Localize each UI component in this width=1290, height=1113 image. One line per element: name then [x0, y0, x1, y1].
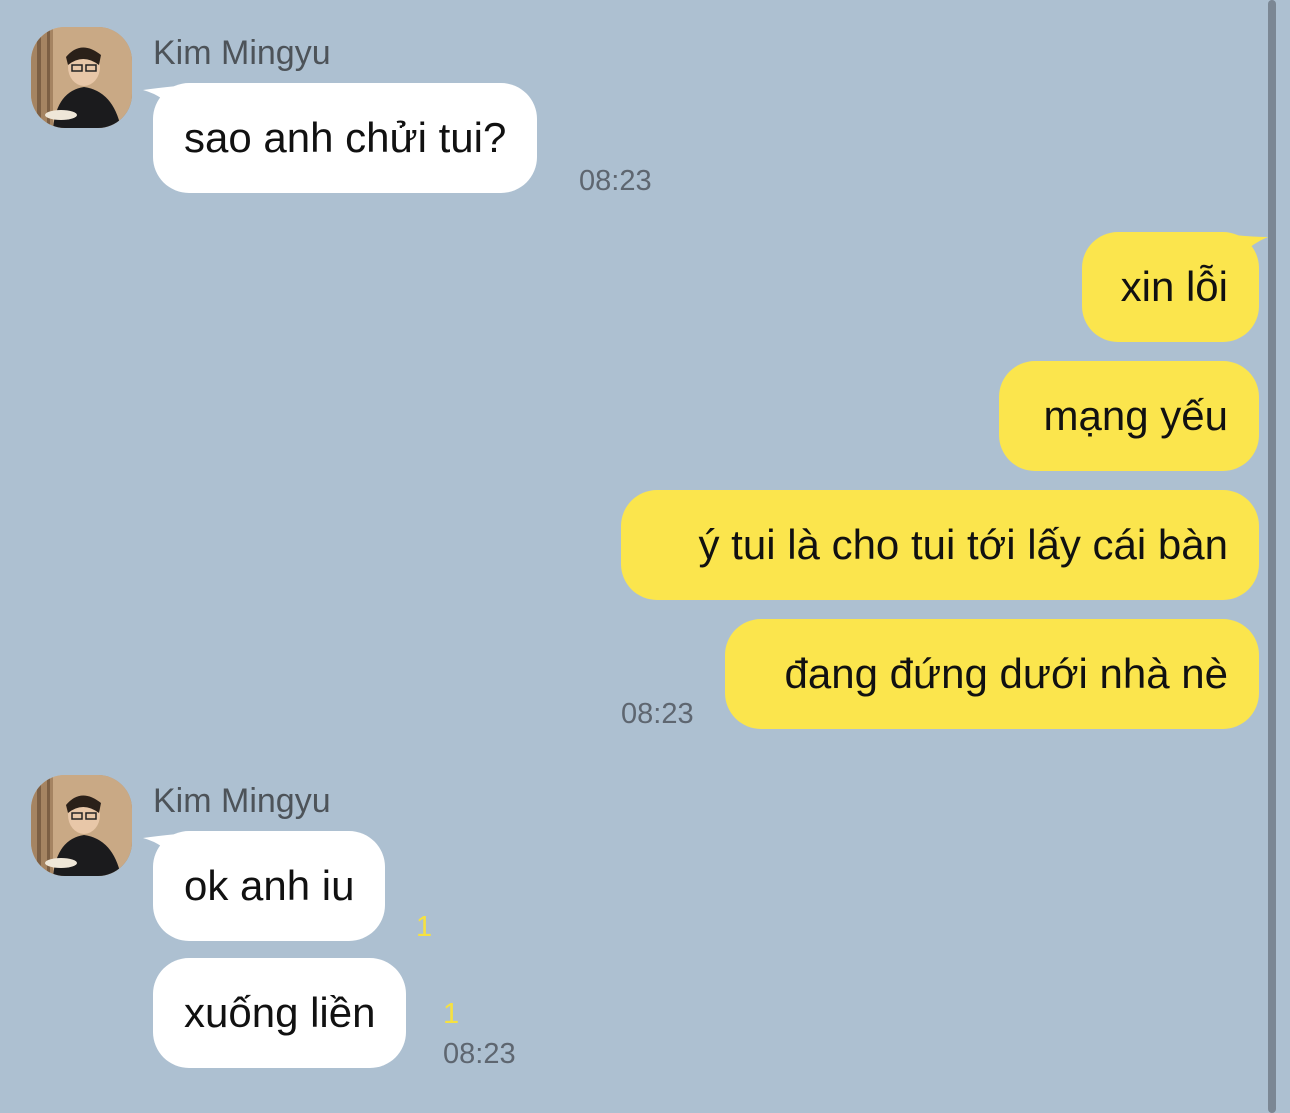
message-bubble[interactable]: ok anh iu	[153, 831, 386, 941]
contact-photo-icon	[31, 775, 132, 876]
timestamp: 08:23	[443, 1038, 516, 1070]
scrollbar[interactable]	[1268, 0, 1276, 1113]
unread-count: 1	[416, 911, 433, 943]
avatar[interactable]	[31, 27, 132, 128]
sender-name: Kim Mingyu	[153, 782, 331, 820]
message-bubble[interactable]: mạng yếu	[999, 361, 1259, 471]
avatar[interactable]	[31, 775, 132, 876]
sender-name: Kim Mingyu	[153, 34, 331, 72]
message-bubble[interactable]: ý tui là cho tui tới lấy cái bàn	[621, 490, 1259, 600]
message-text: mạng yếu	[1043, 392, 1228, 439]
message-bubble[interactable]: sao anh chửi tui?	[153, 83, 538, 193]
unread-count: 1	[443, 998, 460, 1030]
message-bubble[interactable]: xuống liền	[153, 958, 407, 1068]
message-text: xin lỗi	[1120, 263, 1228, 310]
timestamp: 08:23	[621, 698, 694, 730]
message-text: đang đứng dưới nhà nè	[784, 650, 1228, 697]
message-text: sao anh chửi tui?	[184, 114, 507, 161]
contact-photo-icon	[31, 27, 132, 128]
timestamp: 08:23	[579, 165, 652, 197]
message-bubble[interactable]: đang đứng dưới nhà nè	[725, 619, 1259, 729]
message-text: xuống liền	[184, 989, 376, 1036]
message-bubble[interactable]: xin lỗi	[1082, 232, 1259, 342]
message-text: ý tui là cho tui tới lấy cái bàn	[698, 521, 1228, 568]
message-text: ok anh iu	[184, 862, 355, 909]
